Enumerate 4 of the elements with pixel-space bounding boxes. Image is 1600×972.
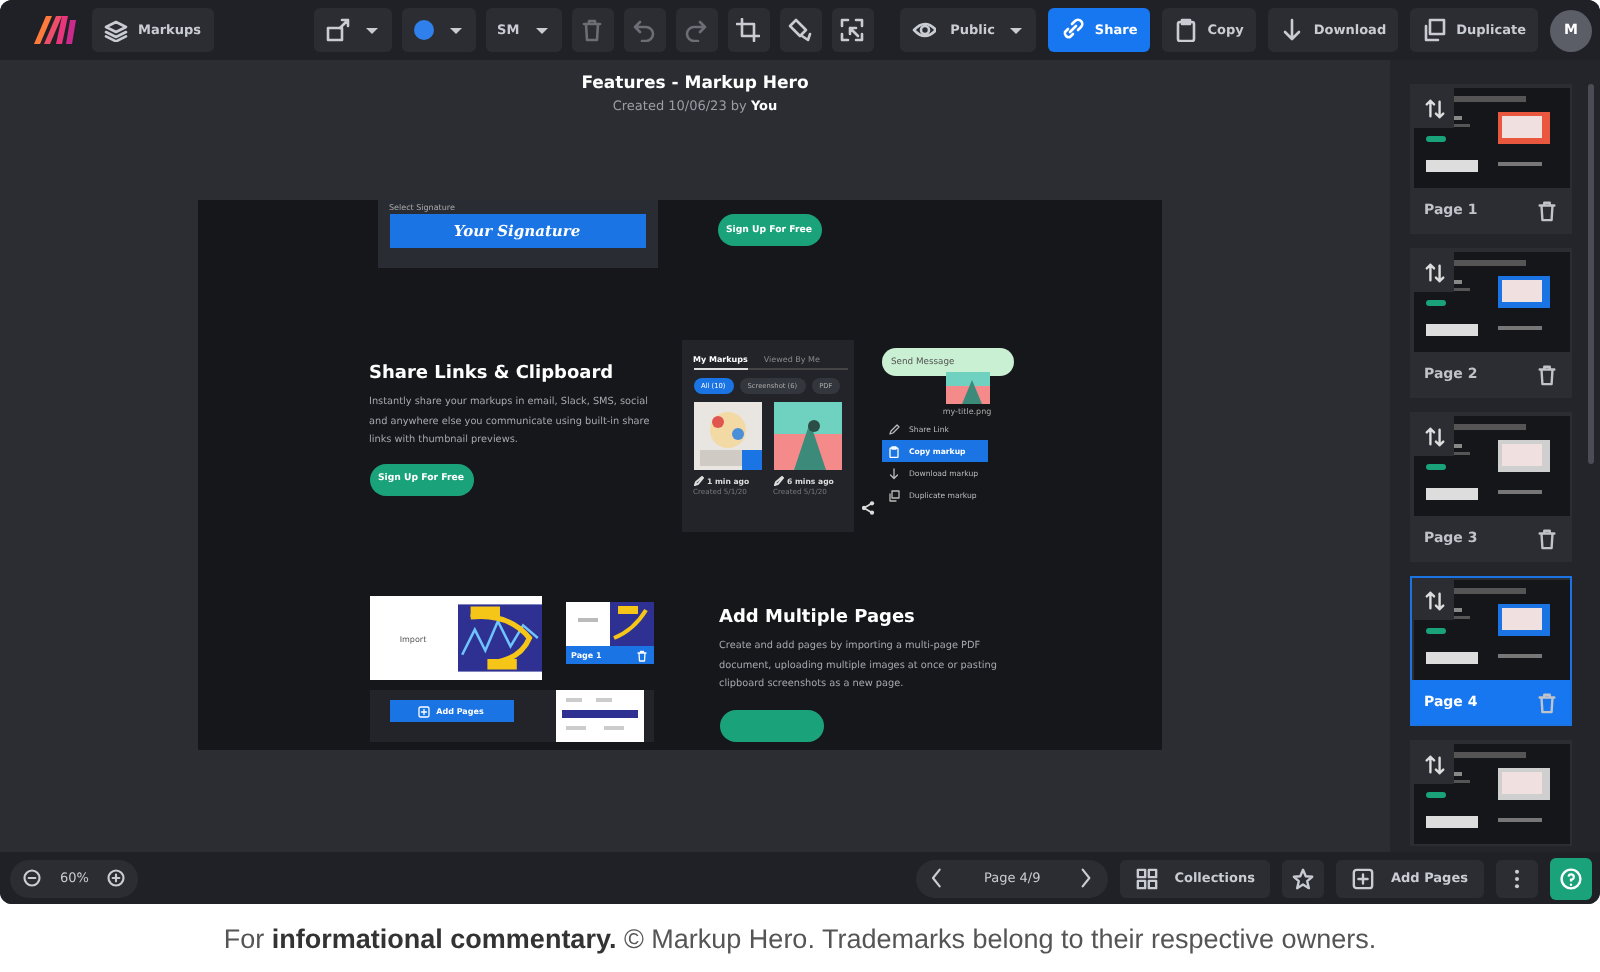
section-heading: Share Links & Clipboard — [369, 362, 616, 386]
section-heading: Add Multiple Pages — [719, 606, 917, 630]
caption-text: For informational commentary. © Markup Hero. Trademarks belong to their respective owners. — [223, 923, 1377, 953]
document-title: Features - Markup Hero — [581, 74, 809, 96]
